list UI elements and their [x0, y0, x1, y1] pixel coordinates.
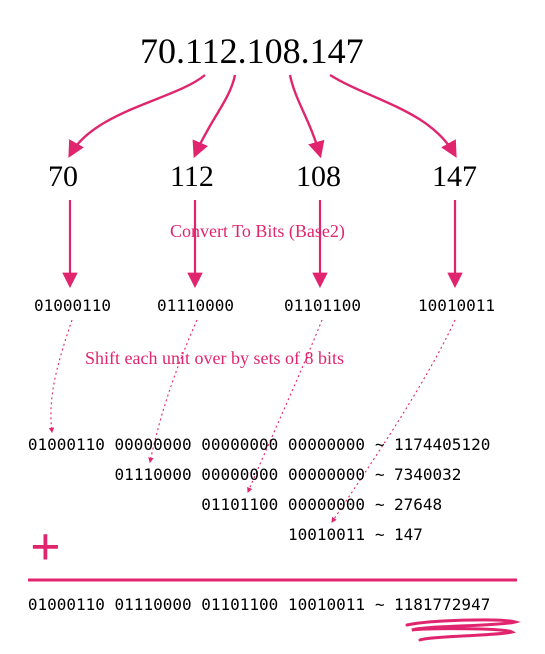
octet-1: 70	[48, 160, 78, 194]
shift-row-1-dec: 1174405120	[394, 435, 490, 454]
ip-to-int-diagram: { "ip": "70.112.108.147", "octets": { "o…	[0, 0, 545, 654]
bits-3: 01101100	[284, 296, 361, 315]
shift-row-2-dec: 7340032	[394, 465, 461, 484]
shift-row-4-bin: 10010011	[288, 525, 365, 544]
shift-row-4-sep: ~	[375, 525, 385, 544]
shift-row-2-sep: ~	[375, 465, 385, 484]
octet-3: 108	[296, 160, 341, 194]
bits-2: 01110000	[157, 296, 234, 315]
octet-2: 112	[170, 160, 214, 194]
shift-row-4-dec: 147	[394, 525, 423, 544]
shift-row-2-bin: 01110000 00000000 00000000	[115, 465, 365, 484]
label-shift-bits: Shift each unit over by sets of 8 bits	[85, 348, 344, 369]
bits-1: 01000110	[34, 296, 111, 315]
result-dec: 1181772947	[394, 595, 490, 614]
arrow-layer	[0, 0, 545, 654]
shift-row-3-bin: 01101100 00000000	[201, 495, 365, 514]
plus-icon: +	[30, 520, 61, 574]
bits-4: 10010011	[418, 296, 495, 315]
shift-row-3-dec: 27648	[394, 495, 442, 514]
ip-address: 70.112.108.147	[140, 30, 364, 72]
shift-row-1-bin: 01000110 00000000 00000000 00000000	[28, 435, 365, 454]
shift-row-3-sep: ~	[375, 495, 385, 514]
octet-4: 147	[432, 160, 477, 194]
result-bin: 01000110 01110000 01101100 10010011	[28, 595, 365, 614]
shift-row-1-sep: ~	[375, 435, 385, 454]
label-convert-to-bits: Convert To Bits (Base2)	[170, 221, 345, 242]
result-sep: ~	[375, 595, 385, 614]
